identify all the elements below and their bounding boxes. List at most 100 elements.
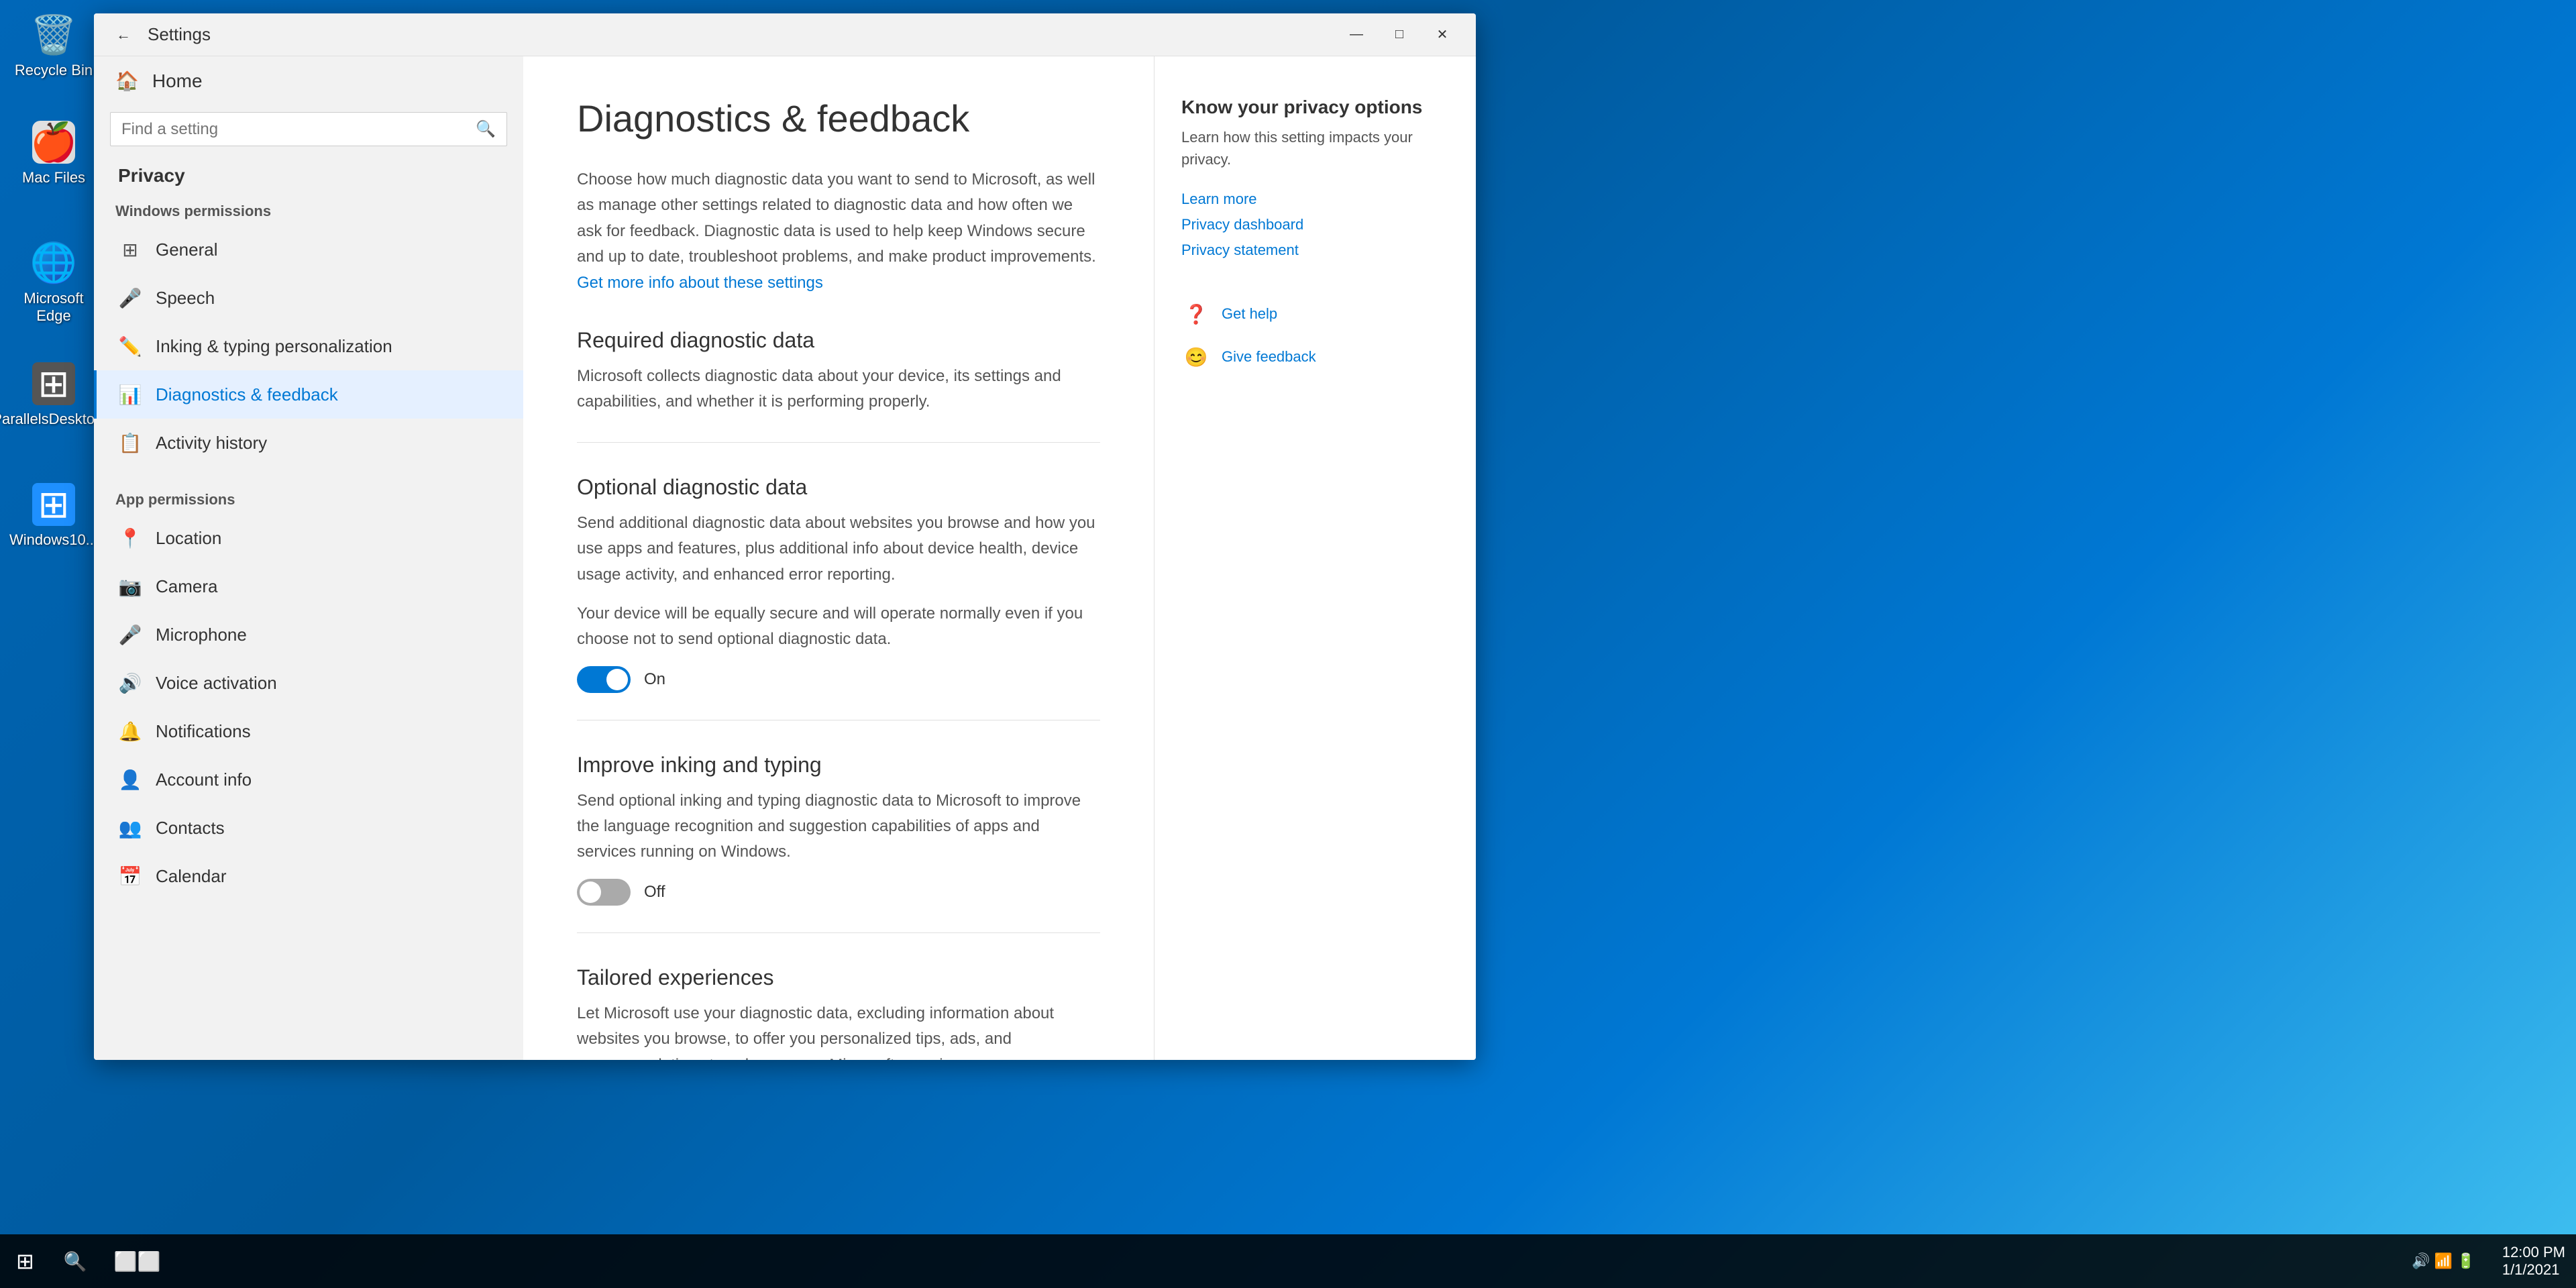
sidebar-item-home[interactable]: 🏠 Home (94, 56, 523, 105)
privacy-options-desc: Learn how this setting impacts your priv… (1181, 126, 1449, 170)
win10-icon: ⊞ (32, 483, 75, 526)
speech-icon: 🎤 (118, 286, 142, 310)
edge-icon: 🌐 (32, 241, 75, 284)
edge-label: Microsoft Edge (13, 290, 94, 325)
system-tray: 🔊 📶 🔋 (2396, 1252, 2491, 1270)
start-button[interactable]: ⊞ (0, 1248, 50, 1274)
privacy-statement-link[interactable]: Privacy statement (1181, 241, 1449, 259)
optional-toggle-label: On (644, 670, 665, 689)
camera-label: Camera (156, 576, 217, 597)
desktop: 🗑️ Recycle Bin 🍎 Mac Files 🌐 Microsoft E… (0, 0, 2576, 1288)
learn-more-link[interactable]: Learn more (1181, 191, 1449, 208)
tailored-desc: Let Microsoft use your diagnostic data, … (577, 1001, 1100, 1060)
general-icon: ⊞ (118, 237, 142, 262)
diagnostics-label: Diagnostics & feedback (156, 384, 338, 405)
sidebar-item-activity[interactable]: 📋 Activity history (94, 419, 523, 467)
location-label: Location (156, 528, 221, 549)
inking-icon: ✏️ (118, 334, 142, 358)
mac-files-label: Mac Files (22, 169, 85, 186)
win10-label: Windows10... (9, 531, 98, 549)
back-button[interactable]: ← (107, 19, 140, 51)
home-label: Home (152, 70, 203, 92)
diagnostics-icon: 📊 (118, 382, 142, 407)
get-help-action[interactable]: ❓ Get help (1181, 299, 1449, 329)
divider-1 (577, 442, 1100, 443)
give-feedback-icon: 😊 (1181, 342, 1211, 372)
voice-label: Voice activation (156, 673, 277, 694)
activity-label: Activity history (156, 433, 267, 453)
minimize-button[interactable]: — (1336, 19, 1377, 51)
notifications-label: Notifications (156, 721, 251, 742)
desktop-icon-win10[interactable]: ⊞ Windows10... (13, 483, 94, 549)
sidebar-item-voice[interactable]: 🔊 Voice activation (94, 659, 523, 707)
give-feedback-action[interactable]: 😊 Give feedback (1181, 342, 1449, 372)
home-icon: 🏠 (115, 70, 139, 92)
get-help-icon: ❓ (1181, 299, 1211, 329)
sidebar-item-contacts[interactable]: 👥 Contacts (94, 804, 523, 852)
required-desc: Microsoft collects diagnostic data about… (577, 364, 1100, 415)
privacy-options-heading: Know your privacy options (1181, 97, 1449, 118)
windows-permissions-label: Windows permissions (94, 192, 523, 225)
calendar-label: Calendar (156, 866, 227, 887)
account-icon: 👤 (118, 767, 142, 792)
optional-toggle[interactable] (577, 666, 631, 693)
inking-toggle[interactable] (577, 879, 631, 906)
recycle-bin-label: Recycle Bin (15, 62, 93, 79)
sidebar-item-diagnostics[interactable]: 📊 Diagnostics & feedback (94, 370, 523, 419)
inking-toggle-row: Off (577, 879, 1100, 906)
inking-toggle-knob (580, 881, 601, 903)
inking-toggle-label: Off (644, 883, 665, 902)
window-controls: — □ ✕ (1336, 19, 1462, 51)
search-taskbar[interactable]: 🔍 (50, 1250, 101, 1273)
sidebar-item-account[interactable]: 👤 Account info (94, 755, 523, 804)
intro-text: Choose how much diagnostic data you want… (577, 167, 1100, 296)
desktop-icon-recycle[interactable]: 🗑️ Recycle Bin (13, 13, 94, 79)
sidebar-item-general[interactable]: ⊞ General (94, 225, 523, 274)
speech-label: Speech (156, 288, 215, 309)
privacy-label: Privacy (118, 165, 185, 186)
maximize-button[interactable]: □ (1379, 19, 1419, 51)
intro-paragraph: Choose how much diagnostic data you want… (577, 170, 1096, 266)
sidebar-item-microphone[interactable]: 🎤 Microphone (94, 610, 523, 659)
close-button[interactable]: ✕ (1422, 19, 1462, 51)
give-feedback-label: Give feedback (1222, 348, 1316, 366)
sidebar-item-inking[interactable]: ✏️ Inking & typing personalization (94, 322, 523, 370)
intro-link[interactable]: Get more info about these settings (577, 274, 823, 292)
sidebar-item-location[interactable]: 📍 Location (94, 514, 523, 562)
search-icon[interactable]: 🔍 (476, 119, 496, 139)
search-input[interactable] (121, 120, 468, 139)
microphone-label: Microphone (156, 625, 247, 645)
optional-desc-1: Send additional diagnostic data about we… (577, 511, 1100, 588)
desktop-icon-macfiles[interactable]: 🍎 Mac Files (13, 121, 94, 186)
inking-title: Improve inking and typing (577, 753, 1100, 777)
main-content: Diagnostics & feedback Choose how much d… (523, 56, 1154, 1060)
voice-icon: 🔊 (118, 671, 142, 695)
notifications-icon: 🔔 (118, 719, 142, 743)
get-help-label: Get help (1222, 305, 1277, 323)
contacts-icon: 👥 (118, 816, 142, 840)
camera-icon: 📷 (118, 574, 142, 598)
calendar-icon: 📅 (118, 864, 142, 888)
sidebar: 🏠 Home 🔍 Privacy Windows permissions ⊞ G… (94, 56, 523, 1060)
sidebar-item-camera[interactable]: 📷 Camera (94, 562, 523, 610)
sidebar-item-calendar[interactable]: 📅 Calendar (94, 852, 523, 900)
desktop-icon-parallels[interactable]: ⊞ ParallelsDesktop... (13, 362, 94, 428)
sidebar-item-notifications[interactable]: 🔔 Notifications (94, 707, 523, 755)
tailored-title: Tailored experiences (577, 965, 1100, 990)
privacy-dashboard-link[interactable]: Privacy dashboard (1181, 216, 1449, 233)
privacy-heading: Privacy (94, 160, 523, 192)
desktop-icon-edge[interactable]: 🌐 Microsoft Edge (13, 241, 94, 325)
recycle-bin-icon: 🗑️ (32, 13, 75, 56)
sidebar-item-speech[interactable]: 🎤 Speech (94, 274, 523, 322)
taskbar: ⊞ 🔍 ⬜⬜ 🔊 📶 🔋 12:00 PM1/1/2021 (0, 1234, 2576, 1288)
contacts-label: Contacts (156, 818, 225, 839)
task-view-button[interactable]: ⬜⬜ (101, 1250, 174, 1273)
optional-toggle-row: On (577, 666, 1100, 693)
required-title: Required diagnostic data (577, 328, 1100, 353)
actions-section: ❓ Get help 😊 Give feedback (1181, 299, 1449, 372)
window-body: 🏠 Home 🔍 Privacy Windows permissions ⊞ G… (94, 56, 1476, 1060)
parallels-icon: ⊞ (32, 362, 75, 405)
search-box: 🔍 (110, 112, 507, 146)
mac-files-icon: 🍎 (32, 121, 75, 164)
title-bar: ← Settings — □ ✕ (94, 13, 1476, 56)
